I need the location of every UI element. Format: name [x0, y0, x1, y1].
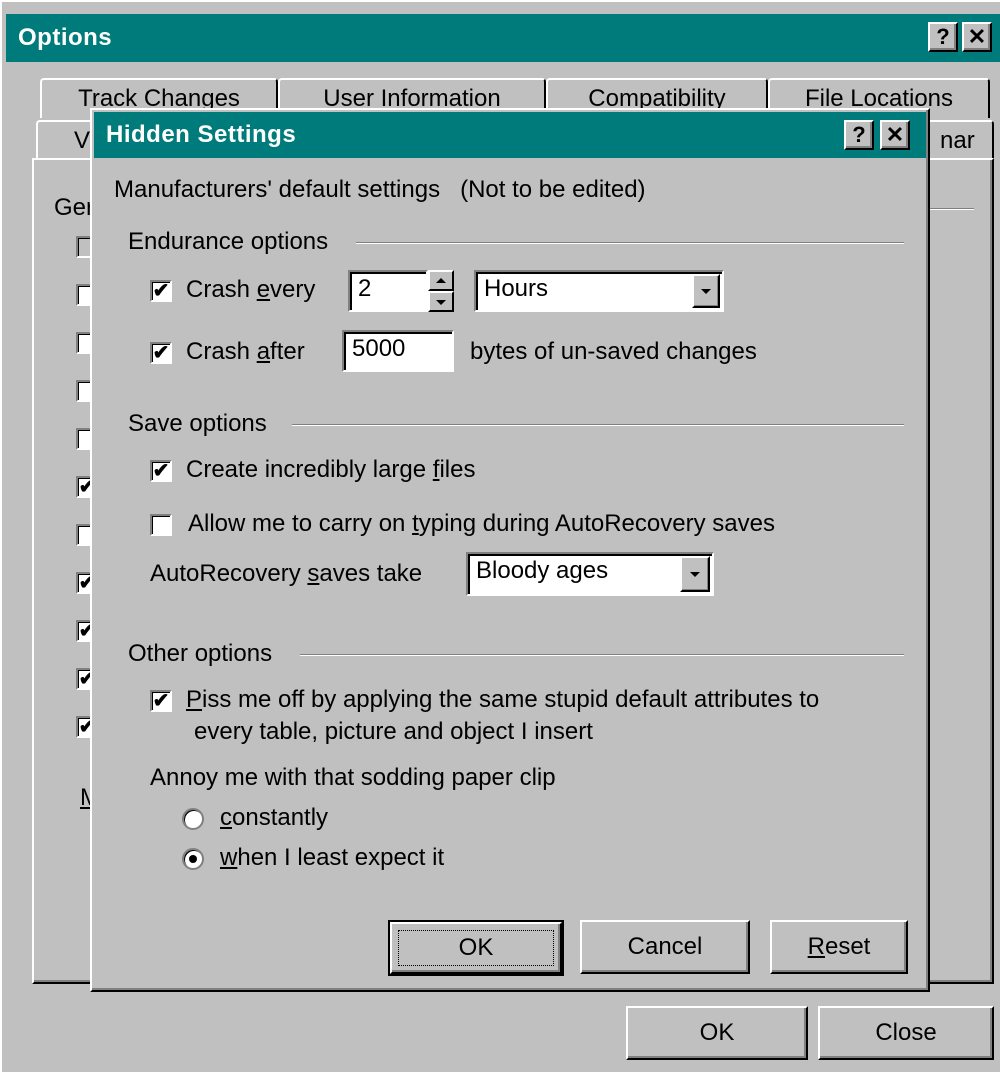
- other-groove: [300, 654, 904, 656]
- radio-constantly-label: constantly: [220, 804, 329, 831]
- crash-every-spin-up[interactable]: [428, 270, 454, 291]
- hidden-ok-button[interactable]: OK: [388, 920, 564, 976]
- hidden-ok-label: OK: [458, 934, 494, 961]
- radio-least-expect[interactable]: [182, 848, 204, 870]
- crash-every-input[interactable]: 2: [348, 270, 428, 312]
- crash-every-label: Crash every: [186, 276, 316, 303]
- endurance-heading: Endurance options: [128, 228, 329, 255]
- general-group-line: [930, 208, 974, 210]
- subtitle: Manufacturers' default settings (Not to …: [114, 176, 646, 203]
- hidden-settings-dialog: Hidden Settings ? ✕ Manufacturers' defau…: [90, 108, 930, 992]
- large-files-checkbox[interactable]: ✔: [150, 460, 172, 482]
- chevron-down-icon: [690, 572, 700, 577]
- piss-off-label-line1: Piss me off by applying the same stupid …: [186, 686, 820, 713]
- piss-off-label-line2: every table, picture and object I insert: [194, 718, 593, 745]
- typing-checkbox[interactable]: [150, 514, 172, 536]
- endurance-groove: [356, 242, 904, 244]
- crash-every-unit-dropdown[interactable]: [692, 274, 720, 308]
- hidden-close-button[interactable]: ✕: [880, 120, 910, 150]
- options-close-dialog-button[interactable]: Close: [818, 1006, 994, 1060]
- other-heading: Other options: [128, 640, 273, 667]
- hidden-title: Hidden Settings: [106, 121, 297, 148]
- radio-constantly[interactable]: [182, 808, 204, 830]
- large-files-label: Create incredibly large files: [186, 456, 476, 483]
- crash-every-checkbox[interactable]: ✔: [150, 280, 172, 302]
- crash-after-suffix: bytes of un-saved changes: [470, 338, 757, 365]
- crash-after-checkbox[interactable]: ✔: [150, 342, 172, 364]
- options-close-button[interactable]: ✕: [962, 22, 992, 52]
- autorecovery-dropdown[interactable]: [680, 556, 710, 592]
- hidden-titlebar[interactable]: Hidden Settings ? ✕: [94, 112, 926, 158]
- options-titlebar[interactable]: Options ? ✕: [6, 14, 1000, 62]
- autorecovery-select[interactable]: Bloody ages: [466, 552, 714, 596]
- paperclip-label: Annoy me with that sodding paper clip: [150, 764, 556, 791]
- general-group-label: Ger: [54, 194, 95, 221]
- options-ok-button[interactable]: OK: [626, 1006, 808, 1060]
- typing-label: Allow me to carry on typing during AutoR…: [188, 510, 775, 537]
- options-help-button[interactable]: ?: [928, 22, 958, 52]
- save-heading: Save options: [128, 410, 267, 437]
- crash-after-input[interactable]: 5000: [342, 330, 454, 372]
- chevron-down-icon: [701, 289, 711, 294]
- options-title: Options: [18, 24, 113, 51]
- crash-after-label: Crash after: [186, 338, 305, 365]
- radio-least-expect-label: when I least expect it: [220, 844, 445, 871]
- hidden-help-button[interactable]: ?: [844, 120, 874, 150]
- crash-every-unit-select[interactable]: Hours: [474, 270, 724, 312]
- autorecovery-label: AutoRecovery saves take: [150, 560, 423, 587]
- piss-off-checkbox[interactable]: ✔: [150, 690, 172, 712]
- crash-every-spin-down[interactable]: [428, 291, 454, 312]
- hidden-cancel-button[interactable]: Cancel: [580, 920, 750, 974]
- save-groove: [292, 424, 904, 426]
- hidden-reset-button[interactable]: Reset: [770, 920, 908, 974]
